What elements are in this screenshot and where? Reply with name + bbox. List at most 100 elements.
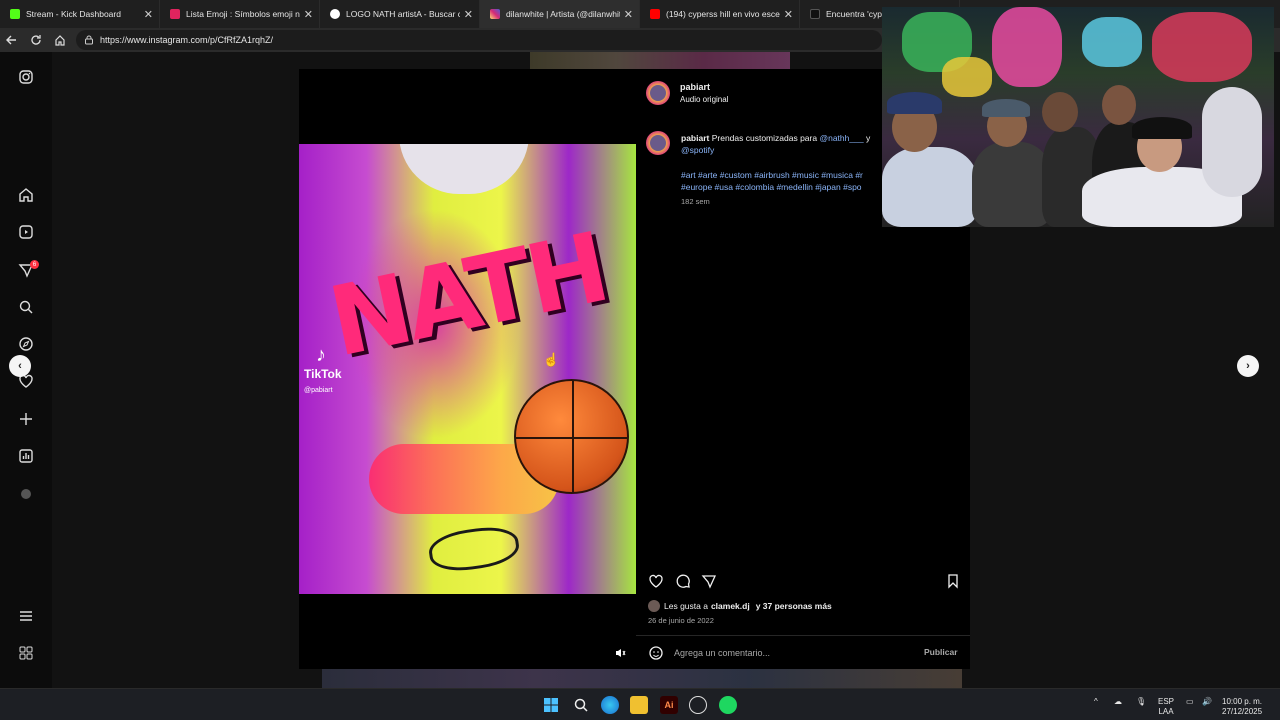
post-video[interactable]: NATH ♪ TikTok @pabiart	[299, 144, 636, 594]
webcam-overlay	[882, 7, 1274, 227]
tab-title: Lista Emoji : Símbolos emoji nativos	[186, 9, 300, 19]
edge-browser-icon[interactable]	[601, 696, 619, 714]
tab-instagram[interactable]: dilanwhite | Artista (@dilanwhitee) ✕	[480, 0, 640, 28]
file-explorer-icon[interactable]	[630, 696, 648, 714]
mention-link[interactable]: @nathh___	[819, 133, 863, 143]
back-button[interactable]	[0, 28, 24, 52]
tab-emoji[interactable]: Lista Emoji : Símbolos emoji nativos ✕	[160, 0, 320, 28]
tab-title: Stream - Kick Dashboard	[26, 9, 121, 19]
streamer-figure	[972, 142, 1052, 227]
emoji-favicon-icon	[170, 9, 180, 19]
comment-icon[interactable]	[675, 573, 691, 589]
liker-username[interactable]: clamek.dj	[711, 601, 750, 611]
muted-icon[interactable]	[614, 647, 626, 659]
signature-graphic	[426, 522, 522, 576]
tab-google[interactable]: LOGO NATH artistA - Buscar con Go ✕	[320, 0, 480, 28]
streamer-figure	[882, 147, 977, 227]
streamer-head	[1042, 92, 1078, 132]
close-tab-icon[interactable]: ✕	[624, 8, 633, 21]
search-icon[interactable]	[572, 696, 590, 714]
post-media[interactable]: NATH ♪ TikTok @pabiart	[299, 69, 636, 669]
dashboard-icon[interactable]	[17, 447, 35, 465]
illustrator-icon[interactable]: Ai	[660, 696, 678, 714]
like-icon[interactable]	[648, 573, 664, 589]
chevron-up-icon[interactable]: ^	[1094, 697, 1098, 707]
network-icon[interactable]: ▭	[1186, 697, 1194, 707]
caption-username[interactable]: pabiart	[681, 133, 709, 143]
comment-bar: Publicar	[636, 635, 970, 669]
tab-kick[interactable]: Stream - Kick Dashboard ✕	[0, 0, 160, 28]
onedrive-icon[interactable]: ☁	[1114, 697, 1122, 707]
likes-count[interactable]: y 37 personas más	[756, 601, 832, 611]
mention-link[interactable]: @spotify	[681, 145, 714, 155]
url-field[interactable]: https://www.instagram.com/p/CfRfZA1rqhZ/	[76, 30, 882, 50]
post-caption: pabiart Prendas customizadas para @nathh…	[681, 132, 886, 156]
publish-button[interactable]: Publicar	[924, 647, 958, 657]
explore-icon[interactable]	[17, 335, 35, 353]
artwork-text: NATH	[320, 211, 615, 379]
home-icon	[55, 35, 65, 46]
youtube-favicon-icon	[650, 9, 660, 19]
hashtag-line[interactable]: #art #arte #custom #airbrush #music #mus…	[681, 169, 886, 181]
search-icon[interactable]	[17, 298, 35, 316]
emoji-icon[interactable]	[648, 645, 664, 661]
reload-button[interactable]	[24, 28, 48, 52]
home-button[interactable]	[48, 28, 72, 52]
share-icon[interactable]	[701, 573, 717, 589]
microphone-icon[interactable]: 🎙	[1136, 697, 1146, 707]
chevron-left-icon: ‹	[18, 360, 22, 372]
language-indicator[interactable]: ESP LAA	[1158, 697, 1174, 717]
keyboard-layout: LAA	[1158, 707, 1174, 716]
caption-avatar[interactable]	[646, 131, 670, 155]
close-tab-icon[interactable]: ✕	[144, 8, 153, 21]
clock[interactable]: 10:00 p. m. 27/12/2025	[1222, 697, 1262, 717]
close-tab-icon[interactable]: ✕	[464, 8, 473, 21]
tab-title: (194) cyperss hill en vivo escenario	[666, 9, 780, 19]
hashtag-line[interactable]: #europe #usa #colombia #medellin #japan …	[681, 181, 886, 193]
next-post-button[interactable]: ›	[1237, 355, 1259, 377]
previous-post-button[interactable]: ‹	[9, 355, 31, 377]
menu-icon[interactable]	[17, 607, 35, 625]
post-actions	[648, 573, 963, 591]
windows-taskbar: Ai ^ ☁ 🎙 ESP LAA ▭ 🔊 10:00 p. m. 27/12/2…	[0, 688, 1280, 720]
caption-conjunction: y	[865, 133, 871, 143]
close-tab-icon[interactable]: ✕	[304, 8, 313, 21]
cap-graphic	[1132, 117, 1192, 139]
graffiti-shape	[1152, 12, 1252, 82]
cap-graphic	[887, 92, 942, 114]
tiktok-watermark: ♪ TikTok @pabiart	[304, 344, 342, 395]
reload-icon	[31, 35, 41, 45]
gaming-chair	[1202, 87, 1262, 197]
post-username[interactable]: pabiart	[680, 82, 710, 92]
tiktok-logo-icon: ♪	[316, 344, 326, 366]
avatar[interactable]	[646, 81, 670, 105]
basketball-graphic	[514, 379, 629, 494]
cap-graphic	[982, 99, 1030, 117]
obs-icon[interactable]	[689, 696, 707, 714]
site-info-icon[interactable]	[84, 35, 94, 45]
shirt-collar	[399, 144, 529, 194]
background-post-strip	[530, 52, 790, 70]
close-tab-icon[interactable]: ✕	[784, 8, 793, 21]
language-code: ESP	[1158, 697, 1175, 706]
google-favicon-icon	[330, 9, 340, 19]
post-age: 182 sem	[681, 197, 710, 206]
clock-date: 27/12/2025	[1222, 707, 1263, 716]
apps-icon[interactable]	[17, 644, 35, 662]
create-icon[interactable]	[17, 410, 35, 428]
tab-title: LOGO NATH artistA - Buscar con Go	[346, 9, 460, 19]
windows-start-icon[interactable]	[542, 696, 560, 714]
comment-input[interactable]	[674, 645, 904, 661]
reels-icon[interactable]	[17, 223, 35, 241]
graffiti-shape	[1082, 17, 1142, 67]
bookmark-icon[interactable]	[945, 573, 961, 589]
spotify-icon[interactable]	[719, 696, 737, 714]
tab-title: dilanwhite | Artista (@dilanwhitee)	[506, 9, 620, 19]
instagram-icon[interactable]	[17, 68, 35, 86]
home-icon[interactable]	[17, 186, 35, 204]
audio-label[interactable]: Audio original	[680, 95, 728, 104]
volume-icon[interactable]: 🔊	[1202, 697, 1212, 707]
tab-youtube[interactable]: (194) cyperss hill en vivo escenario ✕	[640, 0, 800, 28]
threads-icon[interactable]	[17, 485, 35, 503]
likes-summary: Les gusta a clamek.dj y 37 personas más	[648, 600, 835, 612]
